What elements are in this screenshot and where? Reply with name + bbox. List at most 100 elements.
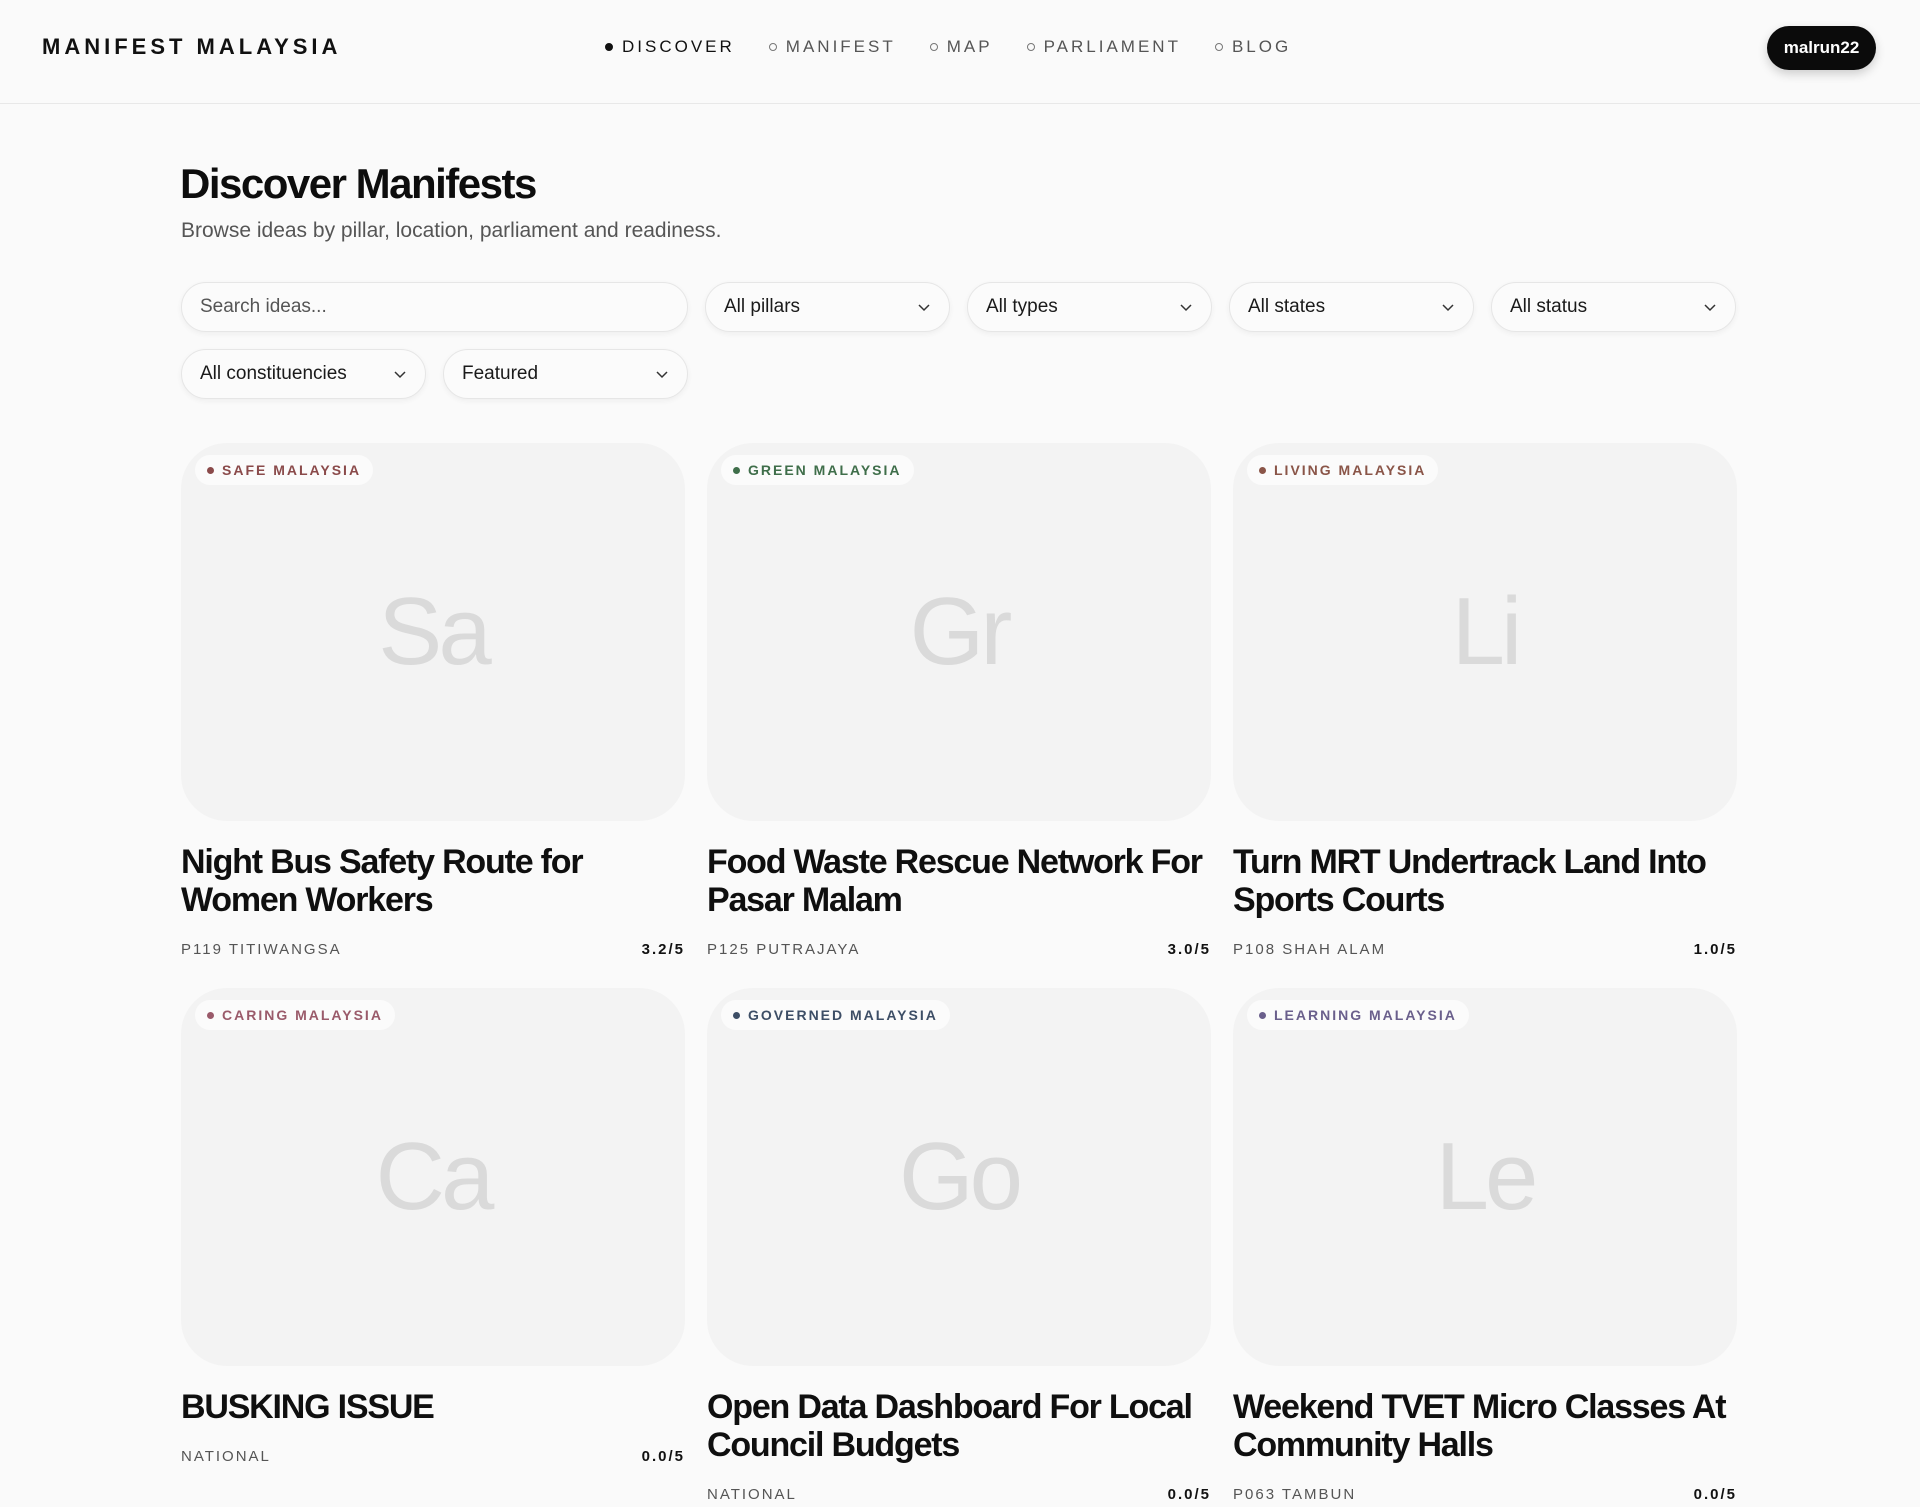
card-thumbnail[interactable]: Gr GREEN MALAYSIA (707, 443, 1211, 821)
sort-select-value: Featured (462, 363, 539, 384)
manifest-card[interactable]: Li LIVING MALAYSIA Turn MRT Undertrack L… (1233, 443, 1737, 958)
card-thumbnail[interactable]: Go GOVERNED MALAYSIA (707, 988, 1211, 1366)
card-rating: 0.0/5 (641, 1448, 685, 1465)
card-meta: NATIONAL 0.0/5 (181, 1448, 685, 1465)
status-select-value: All status (1510, 296, 1588, 317)
chevron-down-icon (1442, 304, 1454, 312)
nav-label: MANIFEST (785, 37, 896, 56)
nav-item-map[interactable]: MAP (929, 37, 993, 57)
user-menu-button[interactable]: malrun22 (1767, 26, 1876, 70)
card-initials: Ca (375, 1123, 495, 1230)
card-thumbnail[interactable]: Li LIVING MALAYSIA (1233, 443, 1737, 821)
nav-label: DISCOVER (622, 37, 735, 56)
pillar-dot-icon (733, 1011, 740, 1019)
card-rating: 0.0/5 (1693, 1486, 1737, 1503)
pillar-badge: GOVERNED MALAYSIA (721, 1000, 950, 1030)
pillar-badge: CARING MALAYSIA (195, 1000, 395, 1030)
manifest-card[interactable]: Go GOVERNED MALAYSIA Open Data Dashboard… (707, 988, 1211, 1503)
sort-select[interactable]: Featured (443, 349, 688, 399)
constituency-select[interactable]: All constituencies (181, 349, 426, 399)
card-meta: P125 PUTRAJAYA 3.0/5 (707, 941, 1211, 958)
main-nav: DISCOVER MANIFEST MAP PARLIAMENT BLOG (605, 37, 1291, 57)
card-title[interactable]: Night Bus Safety Route for Women Workers (181, 843, 685, 919)
search-field[interactable] (181, 282, 688, 332)
card-meta: NATIONAL 0.0/5 (707, 1486, 1211, 1503)
card-location: P063 TAMBUN (1233, 1486, 1357, 1503)
card-title[interactable]: Weekend TVET Micro Classes At Community … (1233, 1388, 1737, 1464)
card-thumbnail[interactable]: Le LEARNING MALAYSIA (1233, 988, 1737, 1366)
search-input[interactable] (200, 296, 669, 318)
pillar-dot-icon (733, 466, 740, 474)
card-thumbnail[interactable]: Sa SAFE MALAYSIA (181, 443, 685, 821)
page-subtitle: Browse ideas by pillar, location, parlia… (181, 219, 722, 242)
nav-dot-icon (768, 43, 777, 51)
card-meta: P119 TITIWANGSA 3.2/5 (181, 941, 685, 958)
nav-dot-icon (1026, 43, 1035, 51)
chevron-down-icon (918, 304, 930, 312)
type-select[interactable]: All types (967, 282, 1212, 332)
card-title[interactable]: Turn MRT Undertrack Land Into Sports Cou… (1233, 843, 1737, 919)
brand-logo[interactable]: MANIFEST MALAYSIA (42, 34, 341, 60)
card-title[interactable]: Open Data Dashboard For Local Council Bu… (707, 1388, 1211, 1464)
card-location: P125 PUTRAJAYA (707, 941, 861, 958)
card-location: NATIONAL (707, 1486, 797, 1503)
nav-dot-icon (1214, 43, 1223, 51)
pillar-select-value: All pillars (724, 296, 801, 317)
pillar-badge: SAFE MALAYSIA (195, 455, 374, 485)
chevron-down-icon (394, 371, 406, 379)
constituency-select-value: All constituencies (200, 363, 347, 384)
manifest-card[interactable]: Le LEARNING MALAYSIA Weekend TVET Micro … (1233, 988, 1737, 1503)
pillar-label: CARING MALAYSIA (222, 1007, 383, 1023)
pillar-dot-icon (207, 466, 214, 474)
pillar-badge: LIVING MALAYSIA (1247, 455, 1439, 485)
page-title: Discover Manifests (180, 160, 537, 207)
manifest-card[interactable]: Ca CARING MALAYSIA BUSKING ISSUE NATIONA… (181, 988, 685, 1465)
card-location: P108 SHAH ALAM (1233, 941, 1387, 958)
card-meta: P108 SHAH ALAM 1.0/5 (1233, 941, 1737, 958)
pillar-label: SAFE MALAYSIA (222, 462, 362, 478)
pillar-badge: GREEN MALAYSIA (721, 455, 914, 485)
nav-dot-icon (929, 43, 938, 51)
chevron-down-icon (656, 371, 668, 379)
status-select[interactable]: All status (1491, 282, 1736, 332)
card-title[interactable]: Food Waste Rescue Network For Pasar Mala… (707, 843, 1211, 919)
nav-label: BLOG (1231, 37, 1292, 56)
state-select[interactable]: All states (1229, 282, 1474, 332)
card-rating: 3.0/5 (1167, 941, 1211, 958)
nav-item-manifest[interactable]: MANIFEST (768, 37, 896, 57)
nav-dot-icon (605, 43, 613, 51)
card-location: P119 TITIWANGSA (181, 941, 342, 958)
card-meta: P063 TAMBUN 0.0/5 (1233, 1486, 1737, 1503)
pillar-select[interactable]: All pillars (705, 282, 950, 332)
card-initials: Gr (909, 578, 1013, 685)
pillar-label: LIVING MALAYSIA (1274, 462, 1427, 478)
card-rating: 3.2/5 (641, 941, 685, 958)
nav-label: MAP (946, 37, 993, 56)
pillar-dot-icon (1259, 466, 1266, 474)
card-title[interactable]: BUSKING ISSUE (181, 1388, 685, 1426)
manifest-card[interactable]: Sa SAFE MALAYSIA Night Bus Safety Route … (181, 443, 685, 958)
card-initials: Le (1435, 1123, 1539, 1230)
card-initials: Li (1451, 578, 1523, 685)
card-rating: 1.0/5 (1693, 941, 1737, 958)
pillar-label: GOVERNED MALAYSIA (748, 1007, 938, 1023)
nav-item-discover[interactable]: DISCOVER (605, 37, 735, 57)
card-thumbnail[interactable]: Ca CARING MALAYSIA (181, 988, 685, 1366)
card-initials: Go (898, 1123, 1023, 1230)
card-rating: 0.0/5 (1167, 1486, 1211, 1503)
nav-label: PARLIAMENT (1043, 37, 1181, 56)
card-location: NATIONAL (181, 1448, 271, 1465)
nav-item-blog[interactable]: BLOG (1214, 37, 1292, 57)
pillar-dot-icon (207, 1011, 214, 1019)
card-initials: Sa (378, 578, 491, 685)
nav-item-parliament[interactable]: PARLIAMENT (1026, 37, 1181, 57)
top-navbar: MANIFEST MALAYSIA DISCOVER MANIFEST MAP … (0, 0, 1920, 104)
pillar-badge: LEARNING MALAYSIA (1247, 1000, 1469, 1030)
pillar-dot-icon (1259, 1011, 1266, 1019)
chevron-down-icon (1180, 304, 1192, 312)
manifest-card[interactable]: Gr GREEN MALAYSIA Food Waste Rescue Netw… (707, 443, 1211, 958)
chevron-down-icon (1704, 304, 1716, 312)
state-select-value: All states (1248, 296, 1326, 317)
pillar-label: LEARNING MALAYSIA (1274, 1007, 1457, 1023)
pillar-label: GREEN MALAYSIA (748, 462, 902, 478)
